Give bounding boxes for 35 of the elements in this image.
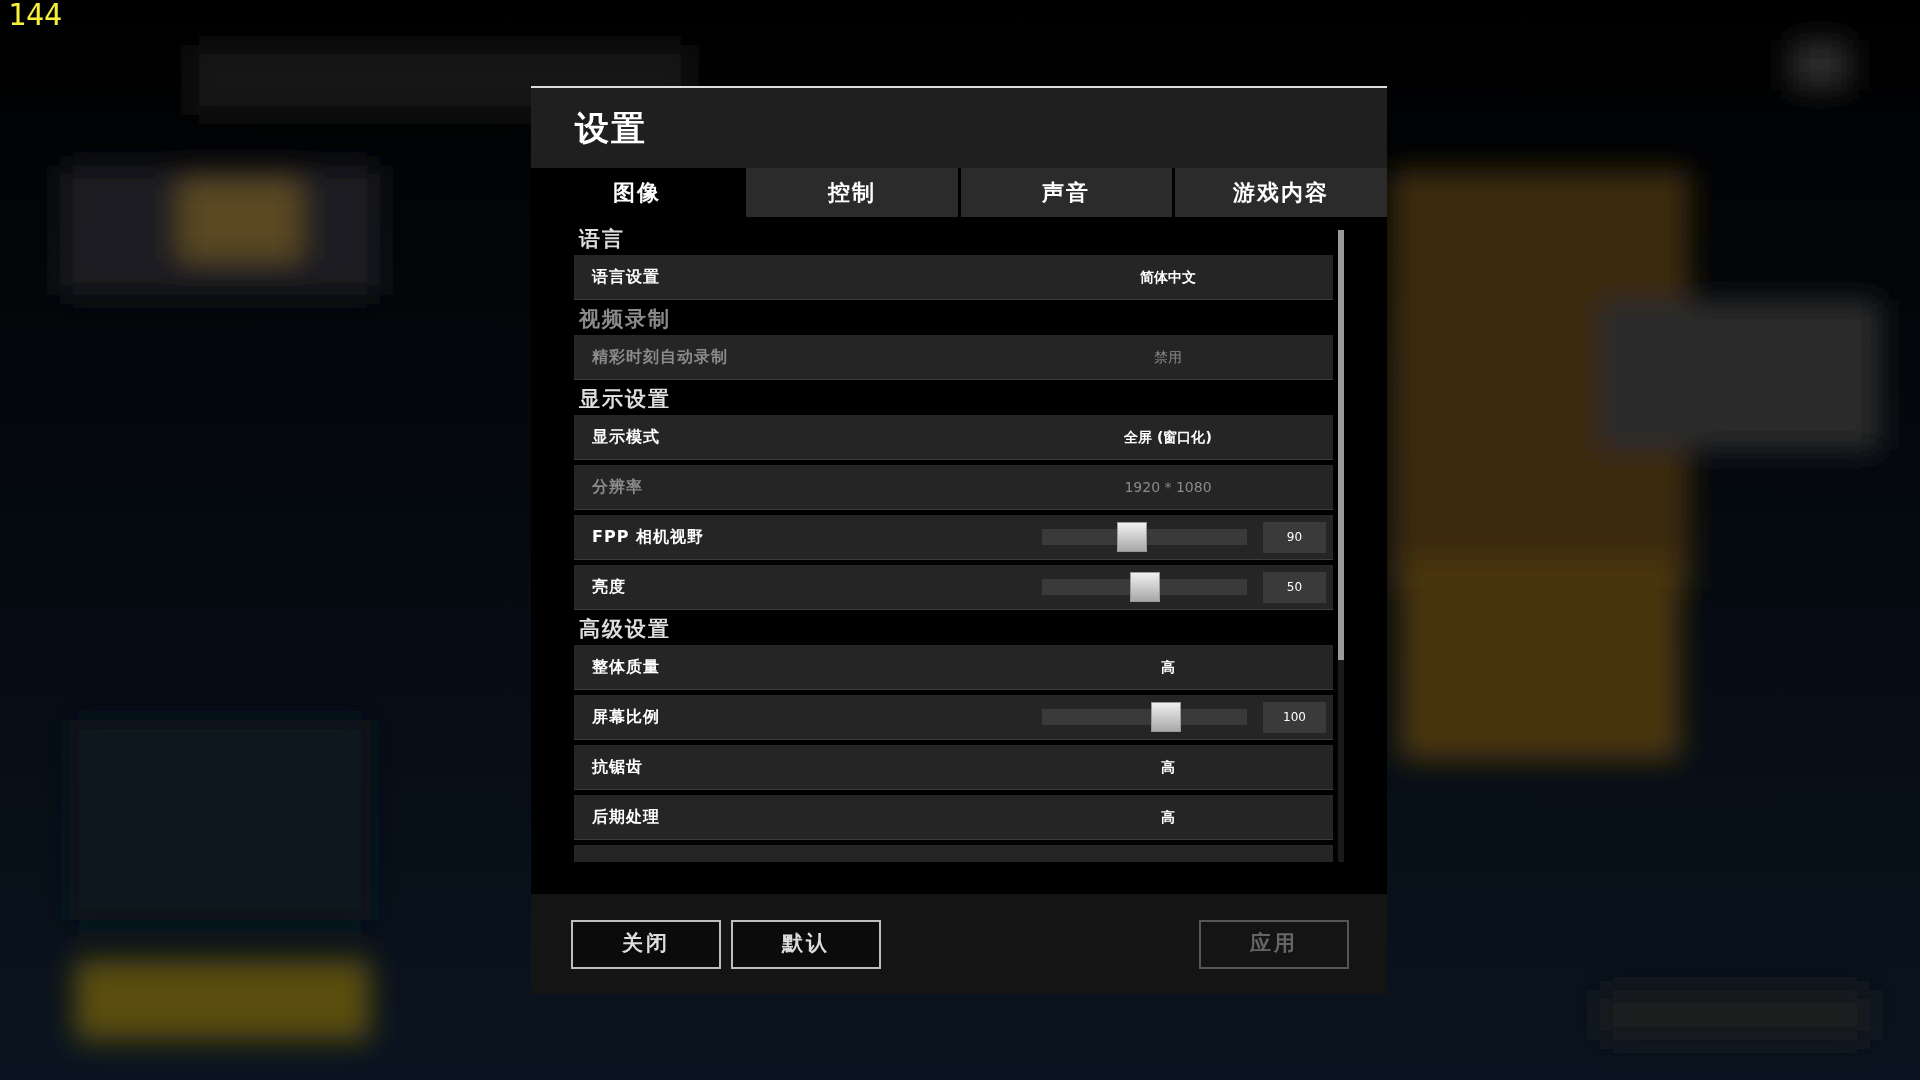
tab[interactable]: 控制 <box>745 168 958 217</box>
dialog-button[interactable]: 关闭 <box>571 919 721 969</box>
dialog-title: 设置 <box>575 106 647 150</box>
slider-value-field[interactable]: 90 <box>1263 521 1326 553</box>
slider-thumb[interactable] <box>1150 702 1181 732</box>
tab[interactable]: 游戏内容 <box>1175 168 1387 217</box>
setting-value[interactable]: 高 <box>1033 806 1333 828</box>
slider-thumb[interactable] <box>1117 522 1148 552</box>
fps-counter: 144 <box>8 0 63 30</box>
slider-value-field[interactable]: 100 <box>1263 701 1326 733</box>
setting-value[interactable]: 简体中文 <box>1033 266 1333 288</box>
section-heading: 视频录制 <box>579 306 671 334</box>
setting-label: 抗锯齿 <box>590 756 644 778</box>
setting-value[interactable]: 全屏 (窗口化) <box>1033 426 1333 448</box>
section-heading: 显示设置 <box>579 386 671 414</box>
section-heading: 高级设置 <box>579 616 671 644</box>
setting-value: 1920 * 1080 <box>1123 477 1213 497</box>
slider-value-field[interactable]: 50 <box>1263 571 1326 603</box>
setting-label: 后期处理 <box>591 806 661 828</box>
setting-label: 语言设置 <box>590 266 661 288</box>
setting-label: 亮度 <box>591 576 627 598</box>
setting-label: 整体质量 <box>591 656 661 678</box>
dialog-button[interactable]: 默认 <box>731 919 881 969</box>
setting-value: 禁用 <box>1153 347 1183 367</box>
scrollbar-thumb[interactable] <box>1338 230 1344 660</box>
setting-value[interactable]: 高 <box>1033 756 1333 778</box>
setting-label: 精彩时刻自动录制 <box>591 346 729 368</box>
setting-label: 屏幕比例 <box>591 706 661 728</box>
section-heading: 语言 <box>579 226 625 254</box>
setting-label: 显示模式 <box>591 426 661 448</box>
setting-label: FPP 相机视野 <box>591 526 705 548</box>
setting-value[interactable]: 高 <box>1033 656 1333 678</box>
setting-label: 分辨率 <box>591 476 644 498</box>
tab[interactable]: 声音 <box>960 168 1173 217</box>
slider-thumb[interactable] <box>1129 572 1160 602</box>
